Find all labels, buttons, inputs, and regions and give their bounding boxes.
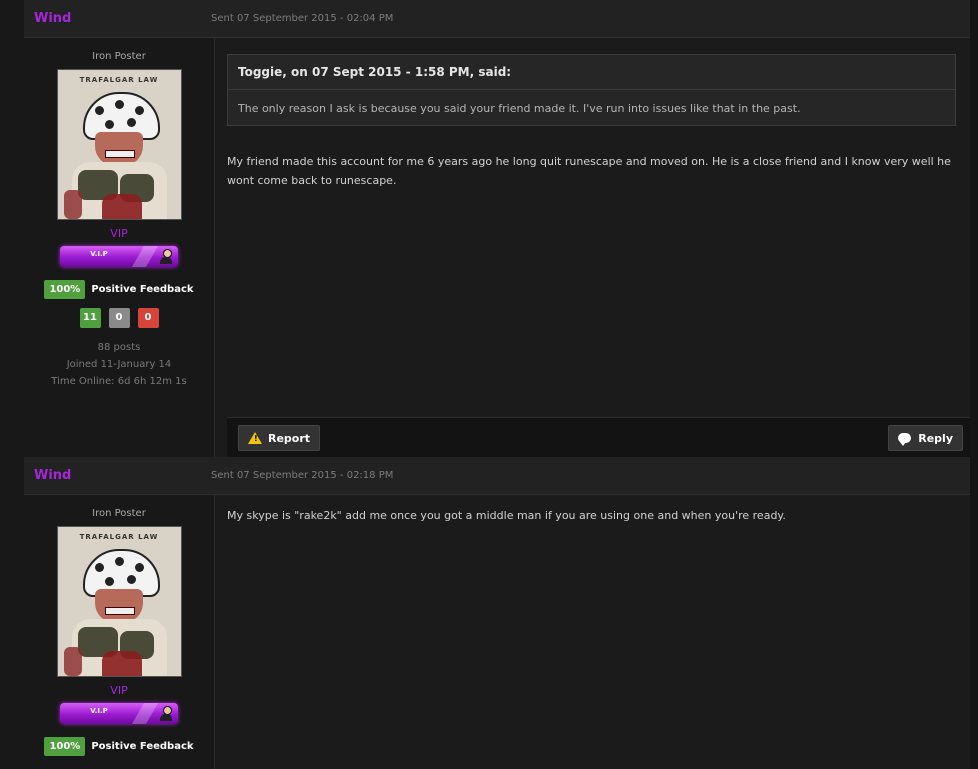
post-body: Iron Poster TRAFALGAR LAW VIP V.I.P 100%…: [24, 38, 970, 458]
vip-badge-label: V.I.P: [90, 250, 108, 258]
feedback-negative-count: 0: [137, 308, 159, 328]
quote-citation: Toggie, on 07 Sept 2015 - 1:58 PM, said:: [228, 55, 955, 90]
avatar-caption: TRAFALGAR LAW: [79, 76, 159, 84]
blockquote: Toggie, on 07 Sept 2015 - 1:58 PM, said:…: [227, 54, 956, 126]
feedback-label: Positive Feedback: [91, 741, 194, 752]
member-group: VIP: [110, 684, 128, 697]
report-button-label: Report: [268, 431, 311, 445]
member-rank: Iron Poster: [92, 51, 146, 62]
post-header: Wind Sent 07 September 2015 - 02:04 PM: [24, 0, 970, 38]
post-controls: ! Report Reply: [227, 417, 970, 458]
author-name-link[interactable]: Wind: [34, 468, 211, 483]
member-group: VIP: [110, 227, 128, 240]
author-name-link[interactable]: Wind: [34, 11, 211, 26]
page-right-margin: [970, 0, 978, 769]
avatar-caption: TRAFALGAR LAW: [79, 533, 159, 541]
page-left-margin: [0, 0, 24, 769]
avatar[interactable]: TRAFALGAR LAW: [56, 69, 182, 220]
post-count: 88 posts: [97, 342, 141, 353]
vip-badge: V.I.P: [60, 703, 178, 724]
person-icon: [160, 706, 172, 721]
avatar-face: [94, 589, 143, 623]
post-date: Sent 07 September 2015 - 02:18 PM: [211, 470, 394, 481]
feedback-neutral-count: 0: [108, 308, 130, 328]
reply-button[interactable]: Reply: [888, 425, 963, 451]
post-body: Iron Poster TRAFALGAR LAW VIP V.I.P 100%…: [24, 495, 970, 769]
quote-text: The only reason I ask is because you sai…: [238, 102, 801, 115]
post-header: Wind Sent 07 September 2015 - 02:18 PM: [24, 457, 970, 495]
avatar-face: [94, 132, 143, 166]
forum-post: Wind Sent 07 September 2015 - 02:18 PM I…: [24, 457, 970, 769]
post-text: My skype is "rake2k" add me once you got…: [227, 509, 786, 522]
warning-triangle-icon: !: [248, 432, 262, 444]
speech-bubble-icon: [898, 433, 912, 446]
author-info: Iron Poster TRAFALGAR LAW VIP V.I.P 100%…: [24, 495, 215, 769]
author-info: Iron Poster TRAFALGAR LAW VIP V.I.P 100%…: [24, 38, 215, 458]
feedback-summary[interactable]: 100% Positive Feedback: [44, 737, 194, 756]
reply-button-label: Reply: [918, 431, 953, 445]
forum-post: Wind Sent 07 September 2015 - 02:04 PM I…: [24, 0, 970, 458]
feedback-label: Positive Feedback: [91, 284, 194, 295]
feedback-positive-count: 11: [79, 308, 101, 328]
feedback-percent: 100%: [44, 280, 86, 299]
vip-badge-label: V.I.P: [90, 707, 108, 715]
report-button[interactable]: ! Report: [238, 425, 321, 451]
post-content: My skype is "rake2k" add me once you got…: [215, 495, 970, 769]
person-icon: [160, 249, 172, 264]
time-online: Time Online: 6d 6h 12m 1s: [51, 376, 187, 387]
feedback-counts: 11 0 0: [76, 308, 163, 328]
post-text: My friend made this account for me 6 yea…: [227, 155, 951, 187]
feedback-percent: 100%: [44, 737, 86, 756]
join-date: Joined 11-January 14: [66, 359, 172, 370]
avatar[interactable]: TRAFALGAR LAW: [56, 526, 182, 677]
feedback-summary[interactable]: 100% Positive Feedback: [44, 280, 194, 299]
vip-badge: V.I.P: [60, 246, 178, 267]
post-date: Sent 07 September 2015 - 02:04 PM: [211, 13, 394, 24]
post-content: Toggie, on 07 Sept 2015 - 1:58 PM, said:…: [215, 38, 970, 458]
member-rank: Iron Poster: [92, 508, 146, 519]
